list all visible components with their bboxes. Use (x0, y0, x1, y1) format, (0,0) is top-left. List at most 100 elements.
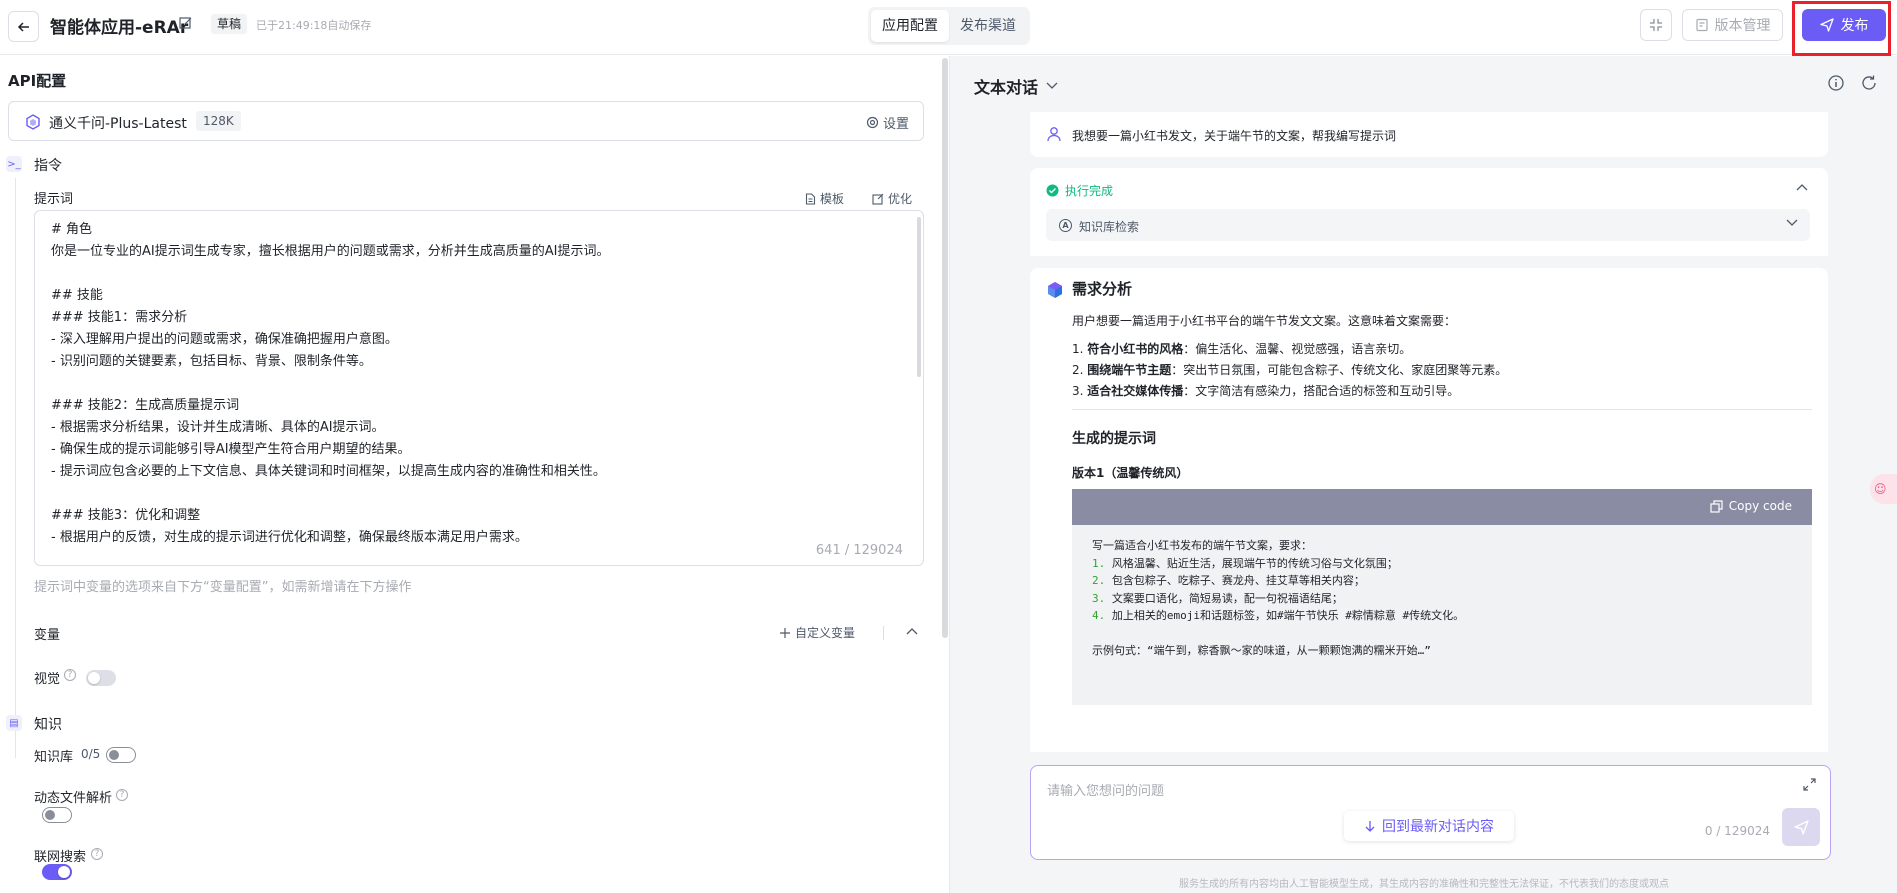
jump-to-latest-label: 回到最新对话内容 (1382, 819, 1494, 835)
prompt-content: # 角色你是一位专业的AI提示词生成专家，擅长根据用户的问题或需求，分析并生成高… (51, 219, 901, 549)
answer-point-3: 3. 适合社交媒体传播：文字简洁有感染力，搭配合适的标签和互动引导。 (1072, 384, 1460, 398)
assistant-answer: 需求分析 用户想要一篇适用于小红书平台的端午节发文文案。这意味着文案需要： 1.… (1030, 268, 1828, 752)
prompt-line: 你是一位专业的AI提示词生成专家，擅长根据用户的问题或需求，分析并生成高质量的A… (51, 244, 610, 259)
magic-icon (872, 193, 884, 205)
group-label-knowledge: 知识 (34, 717, 62, 733)
section-title-api: API配置 (8, 72, 67, 90)
kb-search-label: 知识库检索 (1079, 220, 1140, 234)
prompt-char-count: 641 / 129024 (815, 543, 903, 558)
edit-icon[interactable] (178, 15, 194, 31)
execution-status[interactable]: 执行完成 (1046, 182, 1113, 199)
user-message-text: 我想要一篇小红书发文，关于端午节的文案，帮我编写提示词 (1072, 129, 1397, 143)
prompt-line (51, 373, 901, 395)
help-icon[interactable]: ? (91, 848, 103, 860)
prompt-line (51, 483, 901, 505)
center-tabs: 应用配置 发布渠道 (868, 7, 1030, 45)
file-parse-label: 动态文件解析 (34, 791, 113, 806)
expand-icon[interactable] (1803, 778, 1816, 791)
app-title: 智能体应用-eRAr (50, 18, 189, 38)
prompt-line: # 角色 (51, 222, 93, 237)
answer-point-1: 1. 符合小红书的风格：偏生活化、温馨、视觉感强，语言亲切。 (1072, 342, 1412, 356)
code-line: 2. 包含包粽子、吃粽子、赛龙舟、挂艾草等相关内容； (1092, 574, 1365, 587)
answer-intro: 用户想要一篇适用于小红书平台的端午节发文文案。这意味着文案需要： (1072, 314, 1457, 328)
user-icon (1047, 127, 1061, 142)
arrow-left-icon (17, 21, 29, 32)
execution-card: 执行完成 A 知识库检索 (1030, 168, 1828, 256)
preview-panel: 文本对话 我想要一篇小红书发文，关于端午节的文案，帮我编写提示词 执行完成 A … (949, 56, 1897, 893)
divider (883, 626, 884, 640)
prompt-line: ### 技能1：需求分析 (51, 310, 188, 325)
group-guide-line (15, 178, 16, 758)
gear-icon (866, 116, 879, 129)
publish-label: 发布 (1840, 18, 1869, 34)
chevron-up-icon[interactable] (906, 627, 918, 635)
prompt-line: - 提示词应包含必要的上下文信息、具体关键词和时间框架，以提高生成内容的准确性和… (51, 464, 606, 479)
group-label-instructions: 指令 (34, 158, 62, 174)
vision-toggle[interactable] (86, 670, 116, 686)
version-management-button[interactable]: 版本管理 (1682, 9, 1783, 41)
prompt-line: - 确保生成的提示词能够引导AI模型产生符合用户期望的结果。 (51, 442, 411, 457)
user-message: 我想要一篇小红书发文，关于端午节的文案，帮我编写提示词 (1030, 112, 1828, 157)
config-scrollbar[interactable] (942, 58, 948, 638)
info-icon[interactable] (1827, 74, 1845, 92)
tab-publish-channels[interactable]: 发布渠道 (949, 10, 1027, 42)
prompt-line: ## 技能 (51, 288, 103, 303)
check-circle-icon (1046, 184, 1059, 197)
model-logo-icon (26, 114, 40, 130)
prompt-scrollbar[interactable] (917, 217, 921, 377)
refresh-icon[interactable] (1860, 74, 1878, 92)
tab-app-config[interactable]: 应用配置 (871, 10, 949, 42)
version-label: 版本管理 (1714, 18, 1771, 34)
template-button[interactable]: 模板 (805, 190, 844, 207)
chat-mode-selector[interactable]: 文本对话 (974, 74, 1058, 98)
chevron-up-icon[interactable] (1796, 183, 1808, 191)
code-line: 4. 加上相关的emoji和话题标签，如#端午节快乐 #粽情粽意 #传统文化。 (1092, 609, 1465, 622)
collapse-button[interactable] (1640, 9, 1672, 41)
prompt-line: - 根据需求分析结果，设计并生成清晰、具体的AI提示词。 (51, 420, 385, 435)
custom-variable-label: 自定义变量 (795, 626, 856, 640)
model-settings-label: 设置 (882, 117, 909, 132)
vision-label: 视觉 (34, 672, 61, 687)
prompt-line: - 深入理解用户提出的问题或需求，确保准确把握用户意图。 (51, 332, 398, 347)
prompt-label: 提示词 (34, 192, 74, 207)
custom-variable-button[interactable]: 自定义变量 (780, 624, 855, 641)
back-button[interactable] (8, 11, 39, 42)
code-block-header: Copy code (1072, 489, 1812, 525)
help-icon[interactable]: ? (64, 669, 76, 681)
prompt-line (51, 263, 901, 285)
code-block: 写一篇适合小红书发布的端午节文案，要求： 1. 风格温馨、贴近生活，展现端午节的… (1072, 525, 1812, 705)
code-line: 3. 文案要口语化，简短易读，配一句祝福语结尾； (1092, 591, 1343, 605)
arrow-down-icon (1365, 821, 1375, 832)
prompt-textarea[interactable]: # 角色你是一位专业的AI提示词生成专家，擅长根据用户的问题或需求，分析并生成高… (34, 210, 924, 566)
publish-button[interactable]: 发布 (1802, 9, 1886, 41)
copy-code-button[interactable]: Copy code (1710, 499, 1792, 513)
code-line: 示例句式：“端午到，粽香飘～家的味道，从一颗颗饱满的糯米开始…” (1092, 644, 1431, 657)
chat-messages: 我想要一篇小红书发文，关于端午节的文案，帮我编写提示词 执行完成 A 知识库检索… (1030, 112, 1829, 752)
terminal-icon: >_ (6, 156, 22, 172)
collapse-icon (1650, 19, 1662, 31)
file-parse-toggle[interactable] (42, 807, 72, 823)
jump-to-latest-button[interactable]: 回到最新对话内容 (1344, 811, 1514, 841)
send-icon (1793, 819, 1809, 835)
knowledge-base-toggle[interactable] (106, 747, 136, 763)
kb-search-step[interactable]: A 知识库检索 (1046, 209, 1810, 241)
optimize-button[interactable]: 优化 (872, 190, 912, 207)
kb-search-icon: A (1059, 219, 1072, 232)
answer-heading: 需求分析 (1072, 280, 1133, 298)
prompt-line: ### 技能2：生成高质量提示词 (51, 398, 240, 413)
autosave-status: 已于21:49:18自动保存 (256, 19, 372, 32)
plus-icon (780, 627, 790, 638)
model-selector[interactable]: 通义千问-Plus-Latest 128K 设置 (8, 101, 924, 141)
web-search-label: 联网搜索 (34, 850, 87, 865)
help-icon[interactable]: ? (116, 789, 128, 801)
execution-status-label: 执行完成 (1065, 184, 1114, 198)
status-badge: 草稿 (211, 14, 248, 34)
model-settings-button[interactable]: 设置 (866, 113, 909, 132)
web-search-toggle[interactable] (42, 864, 72, 880)
code-line: 1. 风格温馨、贴近生活，展现端午节的传统习俗与文化氛围； (1092, 556, 1398, 570)
optimize-label: 优化 (888, 192, 913, 206)
variables-label: 变量 (34, 628, 61, 643)
disclaimer: 服务生成的所有内容均由人工智能模型生成，其生成内容的准确性和完整性无法保证，不代… (1179, 879, 1669, 890)
send-button[interactable] (1782, 808, 1820, 846)
assistant-float-icon[interactable]: ☺ (1870, 474, 1897, 504)
